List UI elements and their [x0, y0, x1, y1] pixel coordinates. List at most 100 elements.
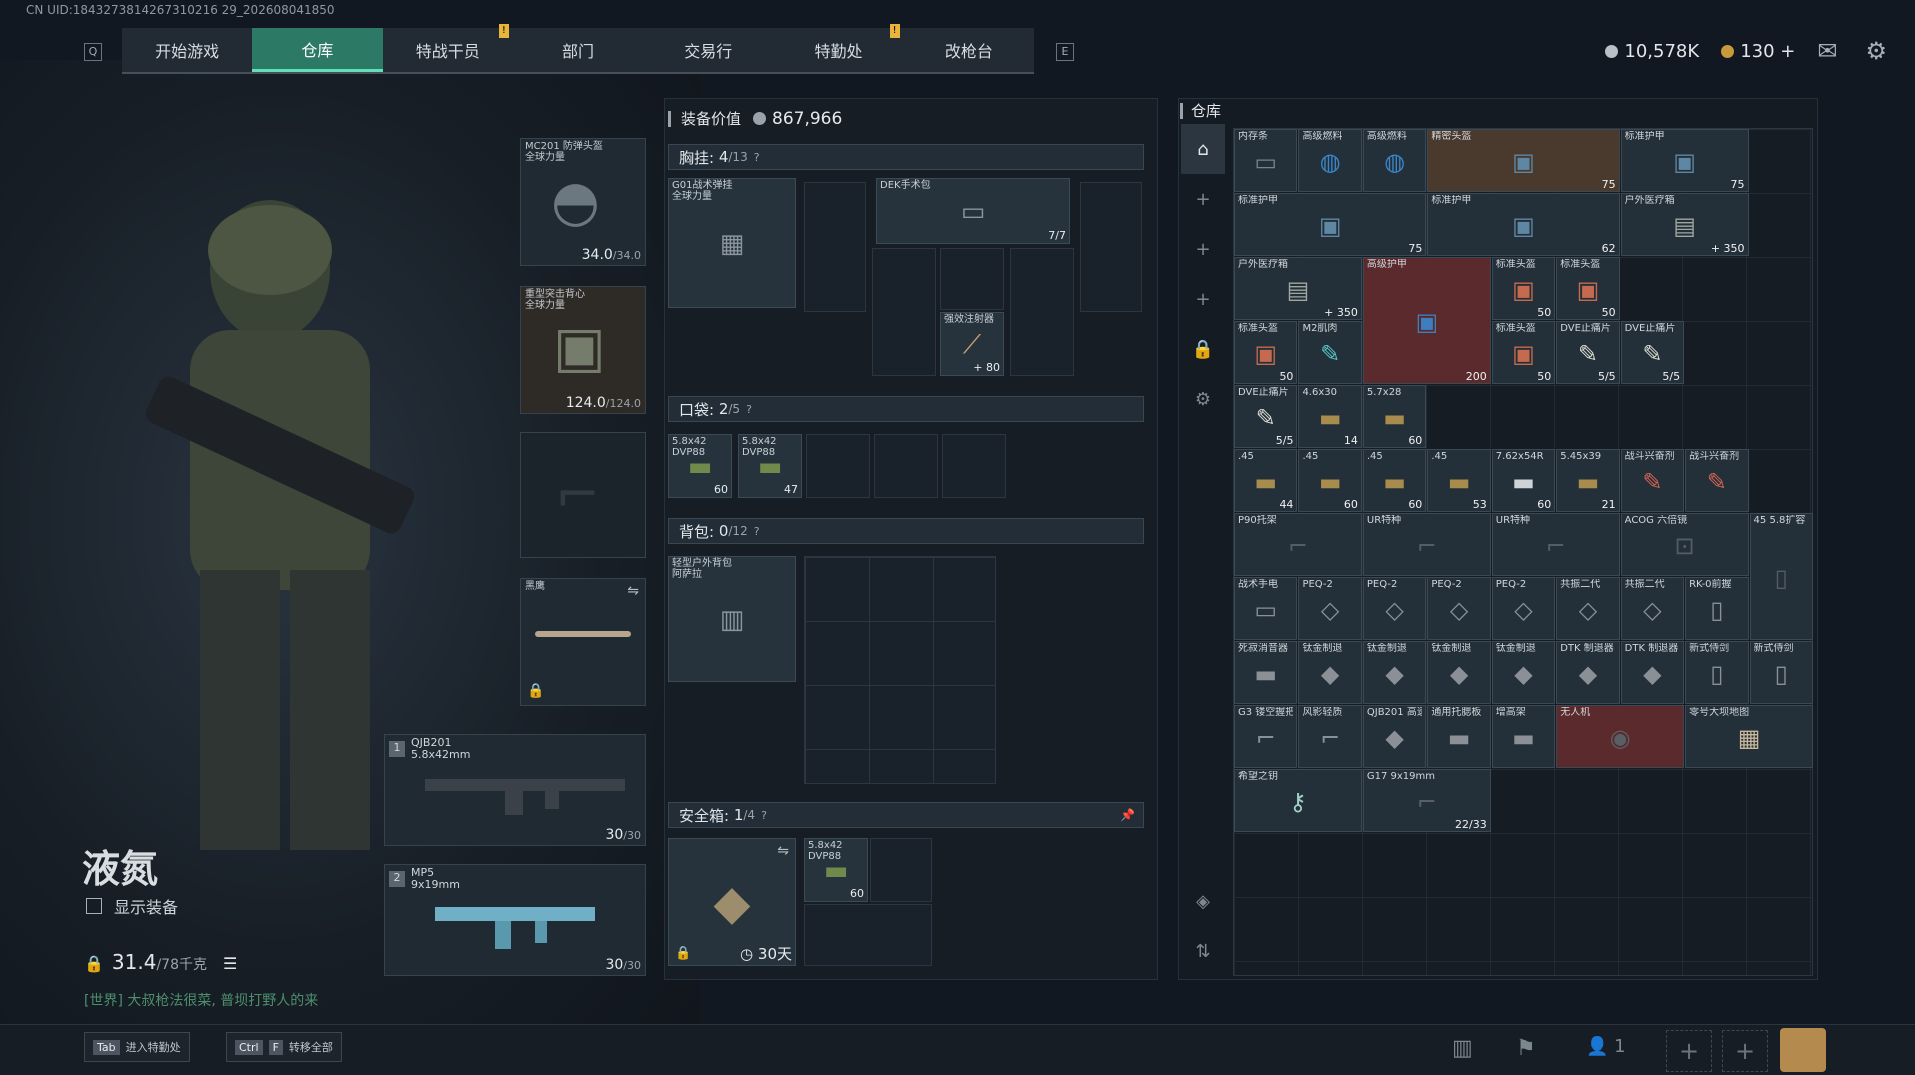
invite-slot[interactable]: + — [1722, 1030, 1768, 1072]
warehouse-item[interactable]: PEQ-2 ◇ — [1298, 577, 1362, 640]
help-icon[interactable]: ? — [754, 525, 760, 538]
tab-trade[interactable]: 交易行 — [643, 28, 773, 72]
warehouse-item[interactable]: 标准头盔 ▣ 50 — [1234, 321, 1298, 384]
warehouse-item[interactable]: 希望之钥 ⚷ — [1234, 769, 1362, 832]
melee-slot[interactable]: 黑鹰 ⇋ 🔒 — [520, 578, 646, 706]
safe-box-item[interactable]: ⇋ ◆ 🔒 ◷ 30天 — [668, 838, 796, 966]
key-e[interactable]: E — [1056, 43, 1074, 61]
transfer-all-button[interactable]: Ctrl F 转移全部 — [226, 1032, 342, 1062]
warehouse-item[interactable]: DTK 制退器 ◆ — [1620, 641, 1685, 704]
warehouse-item[interactable]: RK-0前握 ▯ — [1685, 577, 1749, 640]
checkbox[interactable] — [86, 898, 102, 914]
injector-item[interactable]: 强效注射器 ⟋ + 80 — [940, 312, 1004, 376]
warehouse-grid[interactable]: 内存条 ▭ 高级燃料 ◍ 高级燃料 ◍ 精密头盔 ▣ 75 标准护甲 ▣ 75 标准护甲 ▣ 75 标准护甲 ▣… — [1233, 128, 1813, 976]
dek-surgery-kit[interactable]: DEK手术包 ▭ 7/7 — [876, 178, 1070, 244]
warehouse-item[interactable]: 户外医疗箱 ▤ + 350 — [1620, 193, 1749, 256]
warehouse-item[interactable]: 死寂消音器 ▬ — [1234, 641, 1298, 704]
chest-cell[interactable] — [1010, 248, 1074, 376]
team-button[interactable]: 👤 1 — [1586, 1036, 1626, 1057]
warehouse-item[interactable]: 标准护甲 ▣ 75 — [1620, 129, 1749, 192]
warehouse-item[interactable]: 高级燃料 ◍ — [1298, 129, 1362, 192]
pocket-cell[interactable] — [942, 434, 1006, 498]
warehouse-item[interactable]: 战斗兴奋剂 ✎ — [1685, 449, 1749, 512]
warehouse-item[interactable]: G17 9x19mm ⌐ 22/33 — [1362, 769, 1491, 832]
warehouse-item[interactable]: 内存条 ▭ — [1234, 129, 1298, 192]
help-icon[interactable]: ? — [761, 809, 767, 822]
warehouse-item[interactable]: UR特种 ⌐ — [1362, 513, 1491, 576]
warehouse-item[interactable]: 5.45x39 ▬ 21 — [1556, 449, 1620, 512]
secondary-weapon-slot[interactable]: 2 MP5 9x19mm 30/30 — [384, 864, 646, 976]
warehouse-item[interactable]: 增高架 ▬ — [1491, 705, 1556, 768]
armor-slot[interactable]: 重型突击背心 全球力量 ▣ 124.0/124.0 — [520, 286, 646, 414]
flag-icon[interactable]: ⚑ — [1516, 1036, 1536, 1061]
primary-weapon-slot[interactable]: 1 QJB201 5.8x42mm 30/30 — [384, 734, 646, 846]
tab-special-ops[interactable]: 特勤处! — [773, 24, 903, 72]
warehouse-item[interactable]: 风影轻质 ⌐ — [1298, 705, 1362, 768]
tab-start-game[interactable]: 开始游戏 — [122, 28, 252, 72]
gear-icon[interactable]: ⚙ — [1865, 37, 1887, 65]
warehouse-item[interactable]: QJB201 高速导气 ◆ — [1362, 705, 1427, 768]
warehouse-item[interactable]: 4.6x30 ▬ 14 — [1298, 385, 1362, 448]
warehouse-item[interactable]: 户外医疗箱 ▤ + 350 — [1234, 257, 1362, 320]
warehouse-item[interactable]: ACOG 六倍镜 ⊡ — [1620, 513, 1749, 576]
warehouse-item[interactable]: 标准护甲 ▣ 62 — [1427, 193, 1620, 256]
add-icon[interactable]: + — [1195, 174, 1210, 224]
layers-icon[interactable]: ◈ — [1196, 876, 1210, 926]
warehouse-item[interactable]: PEQ-2 ◇ — [1427, 577, 1491, 640]
avatar[interactable] — [1780, 1028, 1826, 1072]
tab-department[interactable]: 部门 — [513, 28, 643, 72]
warehouse-item[interactable]: UR特种 ⌐ — [1491, 513, 1620, 576]
warehouse-item[interactable]: .45 ▬ 53 — [1427, 449, 1491, 512]
warehouse-item[interactable]: 7.62x54R ▬ 60 — [1491, 449, 1556, 512]
sort-icon[interactable]: ⇅ — [1195, 926, 1210, 976]
safe-cell[interactable] — [870, 838, 932, 902]
list-icon[interactable]: ☰ — [223, 954, 237, 973]
help-icon[interactable]: ? — [754, 151, 760, 164]
warehouse-item[interactable]: 钛金制退 ◆ — [1491, 641, 1556, 704]
warehouse-item[interactable]: P90托架 ⌐ — [1234, 513, 1362, 576]
tab-gunsmith[interactable]: 改枪台 — [904, 28, 1034, 72]
chest-cell[interactable] — [804, 182, 866, 312]
pin-icon[interactable]: 📌 — [1120, 808, 1135, 822]
warehouse-item[interactable]: DVE止痛片 ✎ 5/5 — [1234, 385, 1298, 448]
warehouse-item[interactable]: 无人机 ◉ — [1556, 705, 1685, 768]
helmet-slot[interactable]: MC201 防弹头盔 全球力量 ◓ 34.0/34.0 — [520, 138, 646, 266]
invite-slot[interactable]: + — [1666, 1030, 1712, 1072]
key-q[interactable]: Q — [84, 43, 102, 61]
lock-icon[interactable]: 🔒 — [1192, 324, 1214, 374]
warehouse-item[interactable]: DTK 制退器 ◆ — [1556, 641, 1620, 704]
warehouse-item[interactable]: 标准头盔 ▣ 50 — [1556, 257, 1620, 320]
warehouse-item[interactable]: 标准头盔 ▣ 50 — [1491, 321, 1556, 384]
safe-cell[interactable] — [804, 904, 932, 966]
silver-currency[interactable]: 10,578K — [1605, 41, 1699, 62]
gear-icon[interactable]: ⚙ — [1195, 374, 1211, 424]
gold-currency[interactable]: 130 + — [1721, 41, 1795, 62]
warehouse-item[interactable]: PEQ-2 ◇ — [1491, 577, 1556, 640]
mail-icon[interactable]: ✉ — [1817, 37, 1837, 65]
warehouse-item[interactable]: DVE止痛片 ✎ 5/5 — [1620, 321, 1685, 384]
warehouse-item[interactable]: 新式侍剑 ▯ — [1685, 641, 1749, 704]
warehouse-item[interactable]: 通用托腮板 ▬ — [1427, 705, 1491, 768]
warehouse-item[interactable]: 精密头盔 ▣ 75 — [1427, 129, 1620, 192]
chest-cell[interactable] — [940, 248, 1004, 310]
backpack-grid[interactable] — [804, 556, 996, 784]
warehouse-item[interactable]: 5.7x28 ▬ 60 — [1362, 385, 1427, 448]
warehouse-item[interactable]: 共振二代 ◇ — [1556, 577, 1620, 640]
tab-warehouse[interactable]: 仓库 — [252, 28, 383, 72]
warehouse-item[interactable]: G3 镂空握把 ⌐ — [1234, 705, 1298, 768]
warehouse-item[interactable]: DVE止痛片 ✎ 5/5 — [1556, 321, 1620, 384]
pocket-ammo-2[interactable]: 5.8x42 DVP88 ▬ 47 — [738, 434, 802, 498]
warehouse-item[interactable]: PEQ-2 ◇ — [1362, 577, 1427, 640]
warehouse-item[interactable]: .45 ▬ 60 — [1362, 449, 1427, 512]
warehouse-item[interactable]: 钛金制退 ◆ — [1362, 641, 1427, 704]
warehouse-item[interactable]: .45 ▬ 44 — [1234, 449, 1298, 512]
enter-special-ops-button[interactable]: Tab 进入特勤处 — [84, 1032, 190, 1062]
chest-rig-item[interactable]: G01战术弹挂 全球力量 ▦ — [668, 178, 796, 308]
warehouse-home-icon[interactable]: ⌂ — [1181, 124, 1225, 174]
warehouse-item[interactable]: 钛金制退 ◆ — [1298, 641, 1362, 704]
pocket-cell[interactable] — [806, 434, 870, 498]
warehouse-item[interactable]: 战术手电 ▭ — [1234, 577, 1298, 640]
warehouse-item[interactable]: 钛金制退 ◆ — [1427, 641, 1491, 704]
warehouse-item[interactable]: 标准护甲 ▣ 75 — [1234, 193, 1427, 256]
backpack-item[interactable]: 轻型户外背包 阿萨拉 ▥ — [668, 556, 796, 682]
